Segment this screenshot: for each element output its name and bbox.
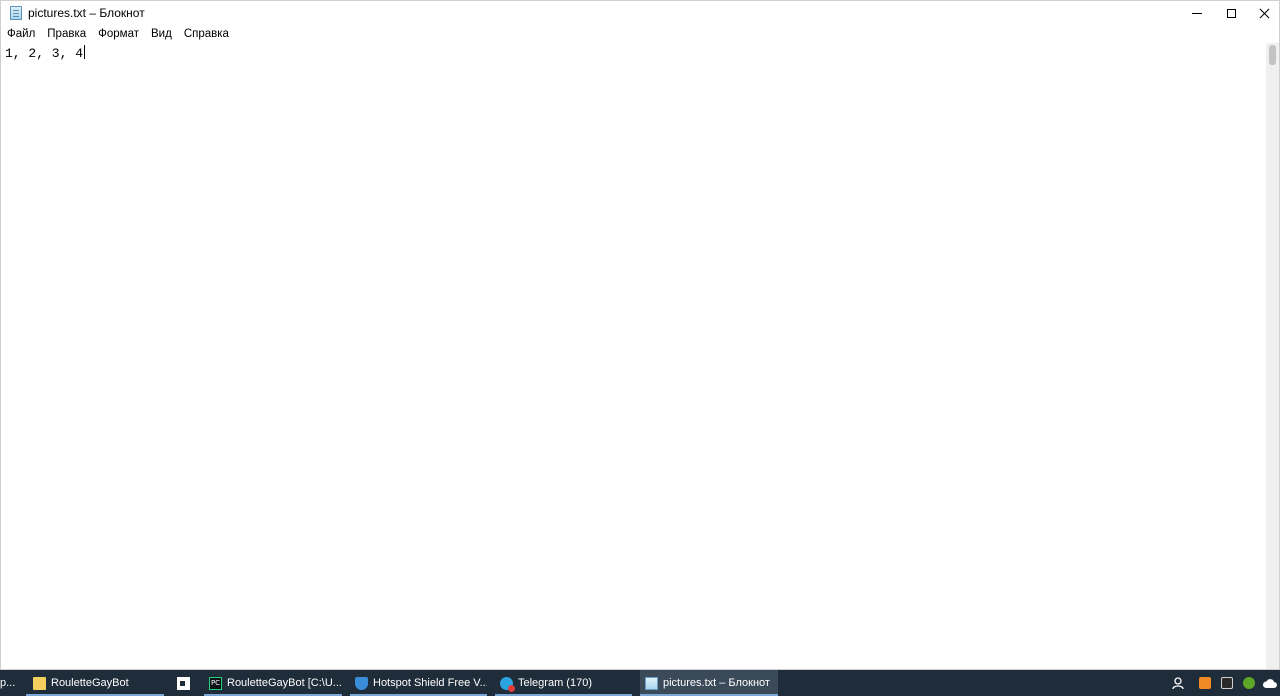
folder-icon [33, 676, 46, 690]
taskbar: p... RouletteGayBot PC RouletteGayBot [C… [0, 670, 1280, 696]
shield-icon [355, 676, 368, 690]
sublime-icon[interactable] [1196, 670, 1214, 696]
taskbar-item-hotspot-shield[interactable]: Hotspot Shield Free V... [350, 670, 487, 696]
taskbar-item-label: Telegram (170) [518, 677, 592, 689]
cloud-icon[interactable] [1261, 670, 1279, 696]
notepad-icon [10, 6, 22, 20]
people-icon[interactable] [1168, 670, 1188, 696]
taskbar-item-label: Hotspot Shield Free V... [373, 677, 487, 689]
editor-content-line[interactable]: 1, 2, 3, 4 [5, 45, 86, 61]
text-caret [84, 45, 86, 59]
window-title: pictures.txt – Блокнот [28, 6, 145, 20]
telegram-icon [500, 676, 515, 692]
maximize-button[interactable] [1213, 1, 1249, 25]
menu-help[interactable]: Справка [178, 27, 235, 41]
people-glyph [1172, 677, 1184, 690]
minimize-icon [1192, 12, 1202, 14]
utorrent-icon[interactable] [1240, 670, 1258, 696]
epic-games-icon[interactable] [1218, 670, 1236, 696]
close-button[interactable] [1246, 1, 1280, 25]
taskbar-item-notepad[interactable]: pictures.txt – Блокнот [640, 670, 778, 696]
taskbar-item-store[interactable] [172, 670, 196, 696]
menu-view[interactable]: Вид [145, 27, 178, 41]
vertical-scrollbar[interactable] [1266, 43, 1279, 669]
menu-file[interactable]: Файл [1, 27, 41, 41]
title-bar[interactable]: pictures.txt – Блокнот [1, 1, 1279, 25]
taskbar-item-pycharm[interactable]: PC RouletteGayBot [C:\U... [204, 670, 342, 696]
menu-format[interactable]: Формат [92, 27, 145, 41]
taskbar-item-telegram[interactable]: Telegram (170) [495, 670, 632, 696]
epic-glyph [1221, 677, 1233, 689]
minimize-button[interactable] [1179, 1, 1215, 25]
notepad-icon [645, 676, 658, 690]
utorrent-glyph [1243, 677, 1255, 689]
taskbar-item-label: RouletteGayBot [C:\U... [227, 677, 342, 689]
text-editor[interactable]: 1, 2, 3, 4 [1, 43, 1266, 669]
scrollbar-thumb[interactable] [1269, 45, 1276, 65]
menu-bar: Файл Правка Формат Вид Справка [1, 25, 235, 43]
pycharm-icon: PC [209, 676, 222, 690]
store-icon [177, 676, 190, 690]
taskbar-item-truncated[interactable]: p... [0, 670, 20, 696]
taskbar-item-label: p... [0, 677, 16, 689]
cloud-glyph [1262, 679, 1277, 688]
maximize-icon [1226, 8, 1236, 18]
taskbar-item-label: pictures.txt – Блокнот [663, 677, 770, 689]
sublime-glyph [1199, 677, 1211, 689]
menu-edit[interactable]: Правка [41, 27, 92, 41]
taskbar-item-label: RouletteGayBot [51, 677, 129, 689]
taskbar-item-roulettegaybot-folder[interactable]: RouletteGayBot [26, 670, 164, 696]
editor-text[interactable]: 1, 2, 3, 4 [5, 46, 83, 61]
notepad-window: pictures.txt – Блокнот Файл Правка Форма… [0, 0, 1280, 670]
close-icon [1259, 8, 1270, 19]
